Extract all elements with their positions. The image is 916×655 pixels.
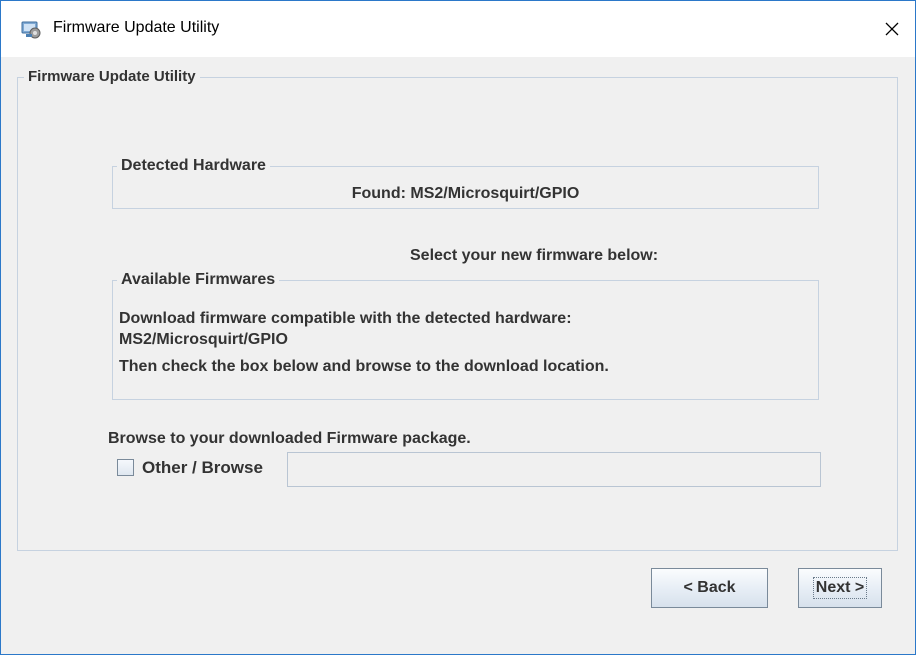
firmware-update-window: Firmware Update Utility Firmware Update … [0, 0, 916, 655]
select-firmware-prompt: Select your new firmware below: [410, 247, 659, 264]
close-icon[interactable] [884, 21, 900, 37]
detected-hardware-value: Found: MS2/Microsquirt/GPIO [351, 185, 580, 202]
back-button[interactable]: < Back [651, 568, 768, 608]
firmware-path-field[interactable] [287, 452, 821, 487]
title-bar[interactable]: Firmware Update Utility [1, 1, 915, 57]
other-browse-label[interactable]: Other / Browse [142, 459, 263, 477]
detected-hardware-legend: Detected Hardware [117, 157, 270, 175]
available-firmwares-legend: Available Firmwares [117, 271, 280, 289]
next-button[interactable]: Next > [798, 568, 882, 608]
window-title: Firmware Update Utility [53, 19, 220, 36]
firmware-hardware-line: MS2/Microsquirt/GPIO [119, 331, 288, 348]
next-button-label: Next > [812, 577, 868, 599]
detected-hardware-group: Detected Hardware Found: MS2/Microsquirt… [112, 157, 819, 209]
back-button-label: < Back [683, 579, 736, 596]
firmware-browse-instruction-line: Then check the box below and browse to t… [119, 358, 609, 375]
main-group-legend: Firmware Update Utility [24, 68, 200, 86]
close-button[interactable] [869, 1, 915, 57]
firmware-instruction-line: Download firmware compatible with the de… [119, 310, 572, 327]
browse-instruction: Browse to your downloaded Firmware packa… [108, 430, 471, 447]
app-icon [21, 19, 41, 39]
other-browse-checkbox[interactable] [117, 459, 134, 476]
available-firmwares-group: Available Firmwares Download firmware co… [112, 271, 819, 400]
